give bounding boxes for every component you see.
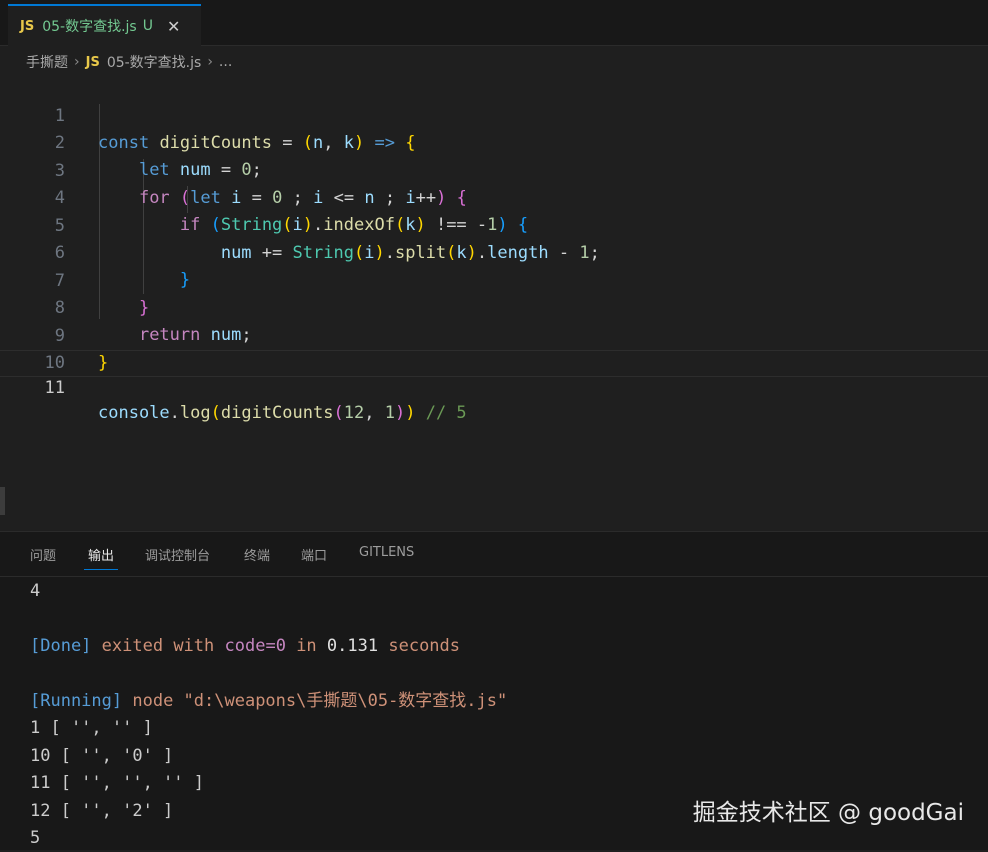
tab-05-digit-search[interactable]: JS 05-数字查找.js U ✕ [8, 4, 201, 46]
code-line: 10 [0, 323, 988, 373]
chevron-right-icon: › [207, 54, 213, 70]
tab-output[interactable]: 输出 [88, 545, 114, 564]
output-line: 1 [ '', '' ] [30, 718, 153, 738]
output-line: 12 [ '', '2' ] [30, 801, 174, 821]
output-line: 11 [ '', '', '' ] [30, 773, 204, 793]
output-line: 5 [30, 828, 41, 848]
code-line: 4 if (String(i).indexOf(k) !== -1) { [0, 158, 988, 235]
code-line: 8 return num; [0, 268, 988, 345]
breadcrumb-more[interactable]: ... [219, 54, 232, 70]
active-tab-indicator [84, 569, 118, 570]
chevron-right-icon: › [74, 54, 80, 70]
tab-filename: 05-数字查找.js [42, 19, 137, 35]
breadcrumb-folder[interactable]: 手撕题 [26, 52, 68, 72]
code-text: console.log(digitCounts(12, 1)) // 5 [98, 403, 467, 423]
close-icon[interactable]: ✕ [167, 17, 180, 36]
code-line: 3 for (let i = 0 ; i <= n ; i++) { [0, 131, 988, 208]
line-number: 11 [44, 378, 65, 398]
code-line: 9 } [0, 296, 988, 373]
tab-gitlens[interactable]: GITLENS [359, 545, 414, 560]
code-line: 2 let num = 0; [0, 103, 988, 180]
code-line: 1 const digitCounts = (n, k) => { [0, 76, 988, 153]
code-editor[interactable]: 1 const digitCounts = (n, k) => { 2 let … [0, 75, 988, 530]
watermark: 掘金技术社区 @ goodGai [692, 800, 964, 826]
tab-debug-console[interactable]: 调试控制台 [145, 545, 210, 564]
code-line: 5 num += String(i).split(k).length - 1; [0, 186, 988, 263]
output-line: 10 [ '', '0' ] [30, 746, 174, 766]
code-line-current: 11 console.log(digitCounts(12, 1)) // 5 [0, 350, 988, 423]
js-file-icon: JS [20, 18, 35, 34]
output-line-running: [Running] node "d:\weapons\手撕题\05-数字查找.j… [30, 691, 508, 711]
scrollbar-marker[interactable] [0, 487, 5, 515]
editor-tab-bar: JS 05-数字查找.js U ✕ [0, 0, 988, 46]
code-line: 7 } [0, 241, 988, 318]
untracked-status-badge: U [142, 18, 153, 34]
output-line: 4 [30, 581, 41, 601]
tab-terminal[interactable]: 终端 [244, 545, 270, 564]
tab-problems[interactable]: 问题 [30, 545, 56, 564]
js-file-icon: JS [85, 54, 100, 70]
code-line: 6 } [0, 213, 988, 290]
breadcrumb-file[interactable]: 05-数字查找.js [107, 52, 202, 72]
output-line-done: [Done] exited with code=0 in 0.131 secon… [30, 636, 461, 656]
panel-tab-bar: 问题 输出 调试控制台 终端 端口 GITLENS [0, 532, 988, 577]
tab-ports[interactable]: 端口 [301, 545, 327, 564]
breadcrumb: 手撕题 › JS 05-数字查找.js › ... [26, 51, 232, 73]
